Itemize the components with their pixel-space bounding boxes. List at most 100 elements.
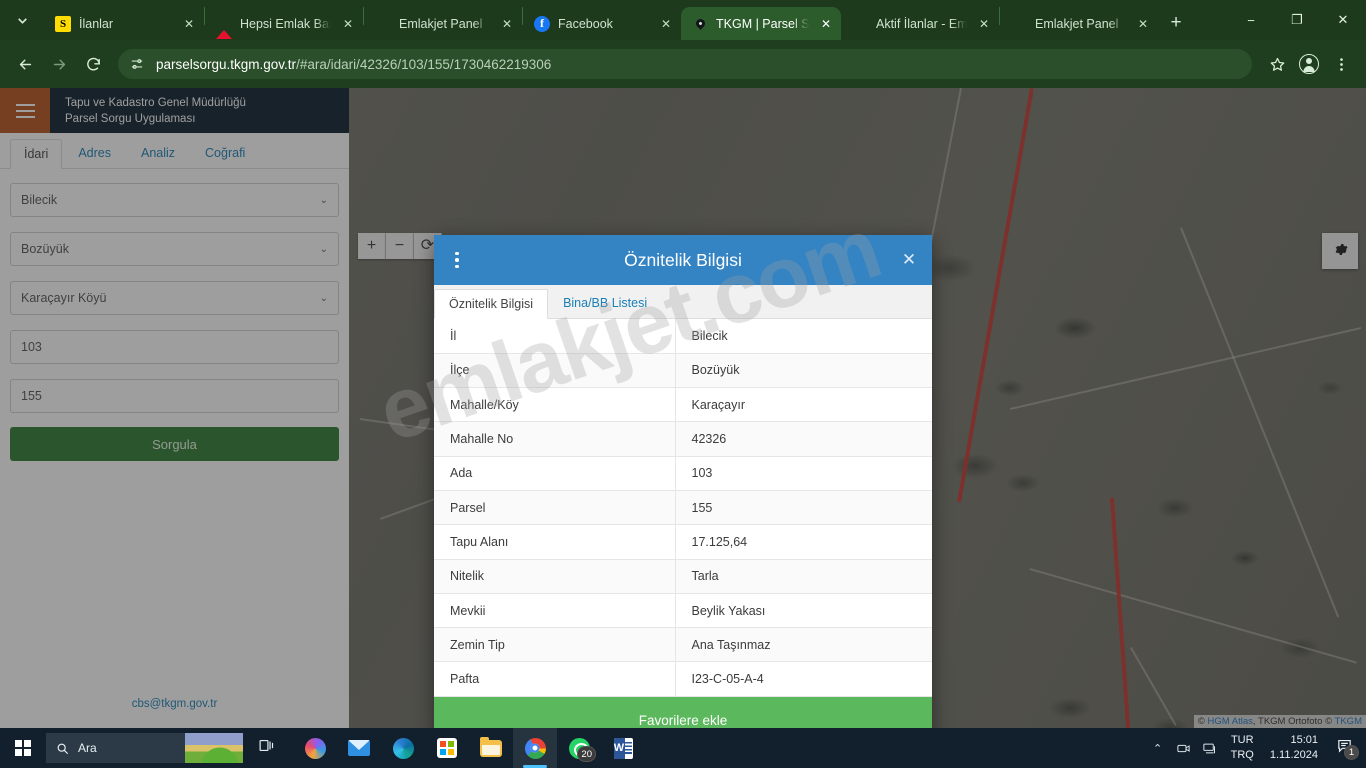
row-value: I23-C-05-A-4 bbox=[691, 672, 764, 687]
map-pin-icon bbox=[692, 16, 708, 32]
tab-label: Emlakjet Panel bbox=[399, 16, 483, 31]
row-key: Mahalle No bbox=[434, 421, 676, 457]
kebab-menu-icon[interactable] bbox=[434, 235, 480, 285]
taskbar-app-whatsapp[interactable]: 20 bbox=[557, 728, 601, 768]
taskbar-app-copilot[interactable] bbox=[293, 728, 337, 768]
modal-tab-oznitelik-bilgisi[interactable]: Öznitelik Bilgisi bbox=[434, 289, 549, 319]
browser-tab-aktif-ilanlar[interactable]: Aktif İlanlar - Em ✕ bbox=[841, 7, 999, 40]
browser-tab-facebook[interactable]: f Facebook ✕ bbox=[523, 7, 681, 40]
task-view-icon bbox=[258, 737, 275, 759]
address-bar[interactable]: parselsorgu.tkgm.gov.tr/#ara/idari/42326… bbox=[118, 49, 1252, 79]
new-tab-button[interactable]: + bbox=[1162, 9, 1190, 37]
network-display-icon[interactable] bbox=[1197, 728, 1223, 768]
chrome-menu-button[interactable] bbox=[1326, 49, 1356, 79]
word-icon bbox=[613, 737, 633, 759]
taskbar-search-placeholder: Ara bbox=[78, 741, 97, 755]
tab-label: Aktif İlanlar - Em bbox=[876, 16, 967, 31]
attribute-info-modal: Öznitelik Bilgisi ✕ Öznitelik Bilgisi Bi… bbox=[434, 235, 932, 728]
row-value: 103 bbox=[691, 466, 713, 481]
taskbar-app-icons: 20 bbox=[293, 728, 645, 768]
taskbar-app-store[interactable] bbox=[425, 728, 469, 768]
row-key: Ada bbox=[434, 456, 676, 491]
emlakjet-icon bbox=[375, 16, 391, 32]
microsoft-store-icon bbox=[437, 738, 457, 758]
taskbar-search-box[interactable]: Ara bbox=[46, 733, 243, 763]
site-settings-icon[interactable] bbox=[128, 55, 146, 73]
close-icon[interactable]: ✕ bbox=[975, 15, 993, 33]
row-key: Parsel bbox=[434, 490, 676, 525]
modal-title: Öznitelik Bilgisi bbox=[624, 249, 742, 270]
tray-overflow-button[interactable]: ⌃ bbox=[1145, 728, 1171, 768]
minimize-button[interactable]: − bbox=[1228, 0, 1274, 40]
start-button[interactable] bbox=[0, 728, 46, 768]
reload-button[interactable] bbox=[78, 49, 108, 79]
browser-tab-hepsiemlak[interactable]: Hepsi Emlak Ban ✕ bbox=[205, 7, 363, 40]
forward-button[interactable] bbox=[44, 49, 74, 79]
clock[interactable]: 15:01 1.11.2024 bbox=[1262, 733, 1326, 763]
search-thumbnail-image bbox=[185, 733, 243, 763]
close-icon[interactable]: ✕ bbox=[180, 15, 198, 33]
profile-avatar-button[interactable] bbox=[1294, 49, 1324, 79]
maximize-button[interactable]: ❐ bbox=[1274, 0, 1320, 40]
tab-label: Hepsi Emlak Ban bbox=[240, 16, 331, 31]
window-close-button[interactable]: ✕ bbox=[1320, 0, 1366, 40]
row-value: Bilecik bbox=[691, 328, 728, 343]
windows-logo-icon bbox=[15, 740, 31, 756]
url-text: parselsorgu.tkgm.gov.tr/#ara/idari/42326… bbox=[156, 57, 1246, 72]
back-button[interactable] bbox=[10, 49, 40, 79]
close-icon[interactable]: ✕ bbox=[498, 15, 516, 33]
clock-date: 1.11.2024 bbox=[1269, 749, 1318, 761]
emlakjet-icon bbox=[1011, 16, 1027, 32]
row-key: Zemin Tip bbox=[434, 627, 676, 662]
windows-taskbar: Ara 20 ⌃ TUR TRQ 15:01 bbox=[0, 728, 1366, 768]
row-key: Nitelik bbox=[434, 559, 676, 594]
browser-window: S İlanlar ✕ Hepsi Emlak Ban ✕ Emlakjet P… bbox=[0, 0, 1366, 728]
modal-tabs: Öznitelik Bilgisi Bina/BB Listesi bbox=[434, 285, 932, 319]
taskbar-app-chrome[interactable] bbox=[513, 728, 557, 768]
table-row: Tapu Alanı 17.125,64 bbox=[434, 524, 932, 560]
taskbar-app-word[interactable] bbox=[601, 728, 645, 768]
notification-center-button[interactable]: 1 bbox=[1326, 728, 1362, 768]
close-icon[interactable]: ✕ bbox=[657, 15, 675, 33]
table-row: Nitelik Tarla bbox=[434, 559, 932, 594]
modal-close-button[interactable]: ✕ bbox=[886, 235, 932, 285]
page-viewport: Beylik Y. + − ⟳ © HGM Atlas, TKGM Ortofo… bbox=[0, 88, 1366, 728]
system-tray: ⌃ TUR TRQ 15:01 1.11.2024 1 bbox=[1145, 728, 1366, 768]
attribute-table: İl Bilecik İlçe Bozüyük Mahalle/Köy Karaçay… bbox=[434, 319, 932, 697]
row-value: Tarla bbox=[691, 569, 719, 584]
close-icon[interactable]: ✕ bbox=[817, 15, 835, 33]
clock-time: 15:01 bbox=[1290, 734, 1318, 746]
toolbar-right-actions bbox=[1262, 49, 1356, 79]
row-value: Karaçayır bbox=[691, 397, 746, 412]
taskbar-app-file-explorer[interactable] bbox=[469, 728, 513, 768]
tab-search-button[interactable] bbox=[0, 0, 44, 40]
add-to-favorites-button[interactable]: Favorilere ekle bbox=[434, 696, 932, 728]
emlakjet-icon bbox=[852, 16, 868, 32]
language-line2: TRQ bbox=[1230, 749, 1254, 761]
tab-strip: S İlanlar ✕ Hepsi Emlak Ban ✕ Emlakjet P… bbox=[0, 0, 1366, 40]
row-value: 155 bbox=[691, 500, 713, 515]
language-line1: TUR bbox=[1230, 734, 1254, 746]
search-icon bbox=[56, 742, 69, 755]
taskbar-app-mail[interactable] bbox=[337, 728, 381, 768]
table-row: İlçe Bozüyük bbox=[434, 353, 932, 388]
taskbar-app-edge[interactable] bbox=[381, 728, 425, 768]
browser-tab-tkgm-parsel-sorgu[interactable]: TKGM | Parsel So ✕ bbox=[681, 7, 841, 40]
bookmark-star-icon[interactable] bbox=[1262, 49, 1292, 79]
tab-label: Facebook bbox=[558, 16, 613, 31]
table-row: Mahalle No 42326 bbox=[434, 421, 932, 457]
browser-tab-emlakjet-panel-1[interactable]: Emlakjet Panel ✕ bbox=[364, 7, 522, 40]
row-key: Tapu Alanı bbox=[434, 524, 676, 560]
language-indicator[interactable]: TUR TRQ bbox=[1223, 733, 1262, 763]
browser-tab-ilanlar[interactable]: S İlanlar ✕ bbox=[44, 7, 204, 40]
task-view-button[interactable] bbox=[243, 728, 289, 768]
table-row: Ada 103 bbox=[434, 456, 932, 491]
modal-tab-bina-bb-listesi[interactable]: Bina/BB Listesi bbox=[548, 288, 662, 318]
close-icon[interactable]: ✕ bbox=[1134, 15, 1152, 33]
tab-label: Emlakjet Panel bbox=[1035, 16, 1119, 31]
browser-tab-emlakjet-panel-2[interactable]: Emlakjet Panel ✕ bbox=[1000, 7, 1158, 40]
camera-icon[interactable] bbox=[1171, 728, 1197, 768]
file-explorer-icon bbox=[480, 736, 502, 757]
table-row: Parsel 155 bbox=[434, 490, 932, 525]
close-icon[interactable]: ✕ bbox=[339, 15, 357, 33]
